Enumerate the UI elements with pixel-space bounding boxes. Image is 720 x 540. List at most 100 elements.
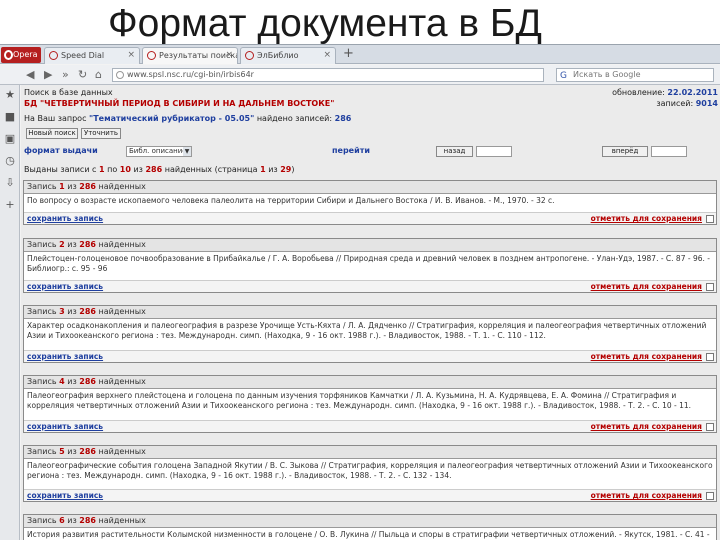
opera-menu-label: Opera: [13, 50, 38, 59]
opera-logo-icon: [4, 50, 13, 60]
record-text: Характер осадконакопления и палеогеограф…: [27, 321, 707, 340]
search-input[interactable]: G Искать в Google: [556, 68, 714, 82]
mark-record-link[interactable]: отметить для сохранения: [591, 490, 702, 501]
tab-bar: Opera Speed Dial × Результаты поиска × Э…: [0, 45, 720, 64]
chevron-down-icon: ▼: [183, 147, 191, 156]
record-card: Запись 6 из 286 найденных История развит…: [23, 514, 717, 540]
close-tab-icon[interactable]: ×: [225, 48, 233, 63]
record-header-suffix: найденных: [98, 182, 146, 191]
format-value: Библ. описание: [129, 147, 187, 155]
side-panel: ★ ■ ▣ ◷ ⇩ +: [0, 85, 20, 540]
shown-to-label: по: [107, 165, 118, 174]
close-tab-icon[interactable]: ×: [323, 48, 331, 63]
record-footer: сохранить запись отметить для сохранения: [24, 489, 716, 501]
mark-checkbox[interactable]: [706, 492, 714, 500]
google-icon: G: [560, 71, 567, 81]
bookmarks-star-icon[interactable]: ★: [4, 89, 16, 101]
format-label: формат выдачи: [24, 146, 98, 155]
record-footer: сохранить запись отметить для сохранения: [24, 420, 716, 432]
tab-search-results[interactable]: Результаты поиска ×: [142, 47, 238, 64]
save-record-link[interactable]: сохранить запись: [27, 213, 103, 224]
record-header-label: Запись: [27, 182, 57, 191]
record-number: 6: [59, 516, 65, 525]
forward-page-input[interactable]: [651, 146, 687, 157]
record-header-of: из: [67, 182, 77, 191]
record-number: 5: [59, 447, 65, 456]
query-text: "Тематический рубрикатор - 05.05": [89, 114, 255, 123]
globe-icon: [116, 71, 124, 79]
shown-to: 10: [119, 165, 131, 174]
record-header-label: Запись: [27, 447, 57, 456]
record-header-of: из: [67, 377, 77, 386]
address-value: www.spsl.nsc.ru/cgi-bin/irbis64r: [127, 70, 254, 79]
shown-of-label: из: [133, 165, 143, 174]
tab-elbiblio[interactable]: ЭлБиблио ×: [240, 47, 336, 64]
save-record-link[interactable]: сохранить запись: [27, 281, 103, 292]
page-of-label: из: [268, 165, 278, 174]
record-total: 286: [79, 182, 96, 191]
record-footer: сохранить запись отметить для сохранения: [24, 350, 716, 362]
mark-checkbox[interactable]: [706, 353, 714, 361]
record-header-of: из: [67, 240, 77, 249]
save-record-link[interactable]: сохранить запись: [27, 421, 103, 432]
opera-menu-button[interactable]: Opera: [1, 47, 41, 63]
db-name: БД "ЧЕТВЕРТИЧНЫЙ ПЕРИОД В СИБИРИ И НА ДА…: [24, 99, 335, 108]
record-header: Запись 5 из 286 найденных: [24, 446, 716, 459]
record-number: 3: [59, 307, 65, 316]
add-panel-icon[interactable]: +: [4, 199, 16, 211]
records-label: записей:: [656, 99, 694, 108]
mark-record-link[interactable]: отметить для сохранения: [591, 281, 702, 292]
refine-button[interactable]: Уточнить: [81, 128, 121, 139]
record-total: 286: [79, 447, 96, 456]
record-text: Палеогеографические события голоцена Зап…: [27, 461, 713, 480]
save-record-link[interactable]: сохранить запись: [27, 490, 103, 501]
downloads-icon[interactable]: ⇩: [4, 177, 16, 189]
record-total: 286: [79, 307, 96, 316]
tab-speed-dial[interactable]: Speed Dial ×: [44, 47, 140, 64]
mark-checkbox[interactable]: [706, 283, 714, 291]
back-icon[interactable]: ◀: [26, 68, 34, 82]
save-record-link[interactable]: сохранить запись: [27, 351, 103, 362]
fast-forward-icon[interactable]: »: [62, 68, 69, 82]
mark-record-link[interactable]: отметить для сохранения: [591, 351, 702, 362]
found-count: 286: [334, 114, 352, 123]
record-footer: сохранить запись отметить для сохранения: [24, 280, 716, 292]
new-search-button[interactable]: Новый поиск: [26, 128, 78, 139]
record-text: История развития растительности Колымско…: [27, 530, 710, 539]
address-toolbar: ◀ ▶ » ↻ ⌂ www.spsl.nsc.ru/cgi-bin/irbis6…: [0, 65, 720, 85]
shown-info: Выданы записи с 1 по 10 из 286 найденных…: [24, 165, 294, 174]
record-header-suffix: найденных: [98, 240, 146, 249]
record-header-label: Запись: [27, 377, 57, 386]
reload-icon[interactable]: ↻: [78, 68, 87, 82]
address-field[interactable]: www.spsl.nsc.ru/cgi-bin/irbis64r: [112, 68, 544, 82]
slide-title: Формат документа в БД: [108, 2, 542, 45]
record-header-of: из: [67, 447, 77, 456]
record-text: Плейстоцен-голоценовое почвообразование …: [27, 254, 710, 273]
new-tab-icon[interactable]: +: [343, 46, 354, 61]
mark-checkbox[interactable]: [706, 423, 714, 431]
mark-checkbox[interactable]: [706, 215, 714, 223]
query-prefix: На Ваш запрос: [24, 114, 87, 123]
forward-page-button[interactable]: вперёд: [602, 146, 648, 157]
close-tab-icon[interactable]: ×: [127, 48, 135, 63]
history-icon[interactable]: ◷: [4, 155, 16, 167]
record-card: Запись 4 из 286 найденных Палеогеография…: [23, 375, 717, 433]
notes-icon[interactable]: ▣: [4, 133, 16, 145]
update-info: обновление: 22.02.2011: [612, 88, 718, 97]
updated-label: обновление:: [612, 88, 665, 97]
tab-favicon-icon: [245, 51, 254, 60]
record-header: Запись 3 из 286 найденных: [24, 306, 716, 319]
mark-record-link[interactable]: отметить для сохранения: [591, 213, 702, 224]
tab-favicon-icon: [49, 51, 58, 60]
shown-from: 1: [99, 165, 105, 174]
back-page-button[interactable]: назад: [436, 146, 473, 157]
home-icon[interactable]: ⌂: [95, 68, 102, 82]
mail-icon[interactable]: ■: [4, 111, 16, 123]
back-page-input[interactable]: [476, 146, 512, 157]
forward-icon[interactable]: ▶: [44, 68, 52, 82]
mark-record-link[interactable]: отметить для сохранения: [591, 421, 702, 432]
record-header-of: из: [67, 307, 77, 316]
record-footer: сохранить запись отметить для сохранения: [24, 212, 716, 224]
search-title: Поиск в базе данных: [24, 88, 113, 97]
format-select[interactable]: Библ. описание ▼: [126, 146, 192, 157]
